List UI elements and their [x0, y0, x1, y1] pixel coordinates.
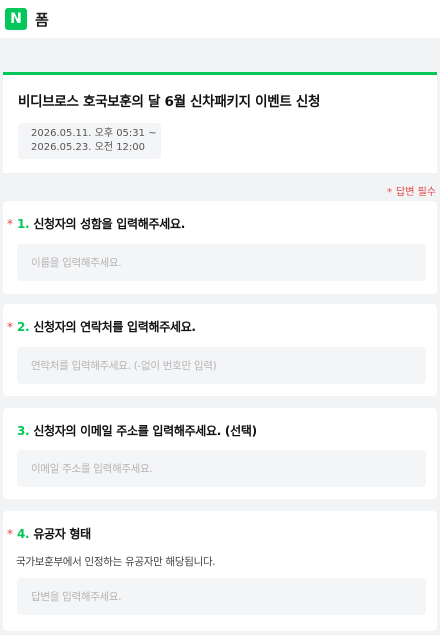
required-star-icon: *	[7, 527, 13, 541]
required-star-icon: *	[7, 217, 13, 231]
phone-input[interactable]	[17, 347, 426, 384]
question-number: 4.	[17, 527, 30, 541]
question-heading-2: * 2. 신청자의 연락처를 입력해주세요.	[7, 318, 196, 335]
question-card-2: * 2. 신청자의 연락처를 입력해주세요.	[3, 304, 437, 396]
question-heading-1: * 1. 신청자의 성함을 입력해주세요.	[7, 215, 185, 232]
email-input[interactable]	[17, 450, 426, 487]
required-star-icon: *	[387, 187, 393, 198]
question-heading-3: 3. 신청자의 이메일 주소를 입력해주세요. (선택)	[17, 422, 257, 439]
period-start: 2026.05.11. 오후 05:31 ~	[31, 128, 157, 139]
form-title: 비디브로스 호국보훈의 달 6월 신차패키지 이벤트 신청	[18, 94, 321, 110]
required-star-icon: *	[7, 320, 13, 334]
question-number: 1.	[17, 217, 30, 231]
question-card-1: * 1. 신청자의 성함을 입력해주세요.	[3, 201, 437, 294]
question-card-3: 3. 신청자의 이메일 주소를 입력해주세요. (선택)	[3, 408, 437, 499]
required-note-text: 답변 필수	[396, 187, 436, 198]
form-header-card: 비디브로스 호국보훈의 달 6월 신차패키지 이벤트 신청 2026.05.11…	[3, 72, 437, 173]
question-title: 신청자의 이메일 주소를 입력해주세요. (선택)	[33, 424, 257, 438]
question-title: 신청자의 연락처를 입력해주세요.	[33, 320, 196, 334]
question-number: 2.	[17, 320, 30, 334]
question-number: 3.	[17, 424, 30, 438]
required-note: * 답변 필수	[387, 183, 436, 198]
name-input[interactable]	[17, 244, 426, 281]
question-card-4: * 4. 유공자 형태 국가보훈부에서 인정하는 유공자만 해당됩니다.	[3, 511, 437, 631]
period-end: 2026.05.23. 오전 12:00	[31, 142, 146, 153]
question-title: 유공자 형태	[33, 527, 91, 541]
question-heading-4: * 4. 유공자 형태	[7, 525, 91, 542]
question-title: 신청자의 성함을 입력해주세요.	[33, 217, 185, 231]
app-title: 폼	[35, 10, 49, 29]
form-period: 2026.05.11. 오후 05:31 ~ 2026.05.23. 오전 12…	[18, 123, 161, 159]
question-description: 국가보훈부에서 인정하는 유공자만 해당됩니다.	[16, 556, 216, 568]
naver-logo: N	[5, 8, 27, 30]
top-bar: N 폼	[0, 0, 440, 38]
veteran-type-input[interactable]	[17, 578, 426, 615]
